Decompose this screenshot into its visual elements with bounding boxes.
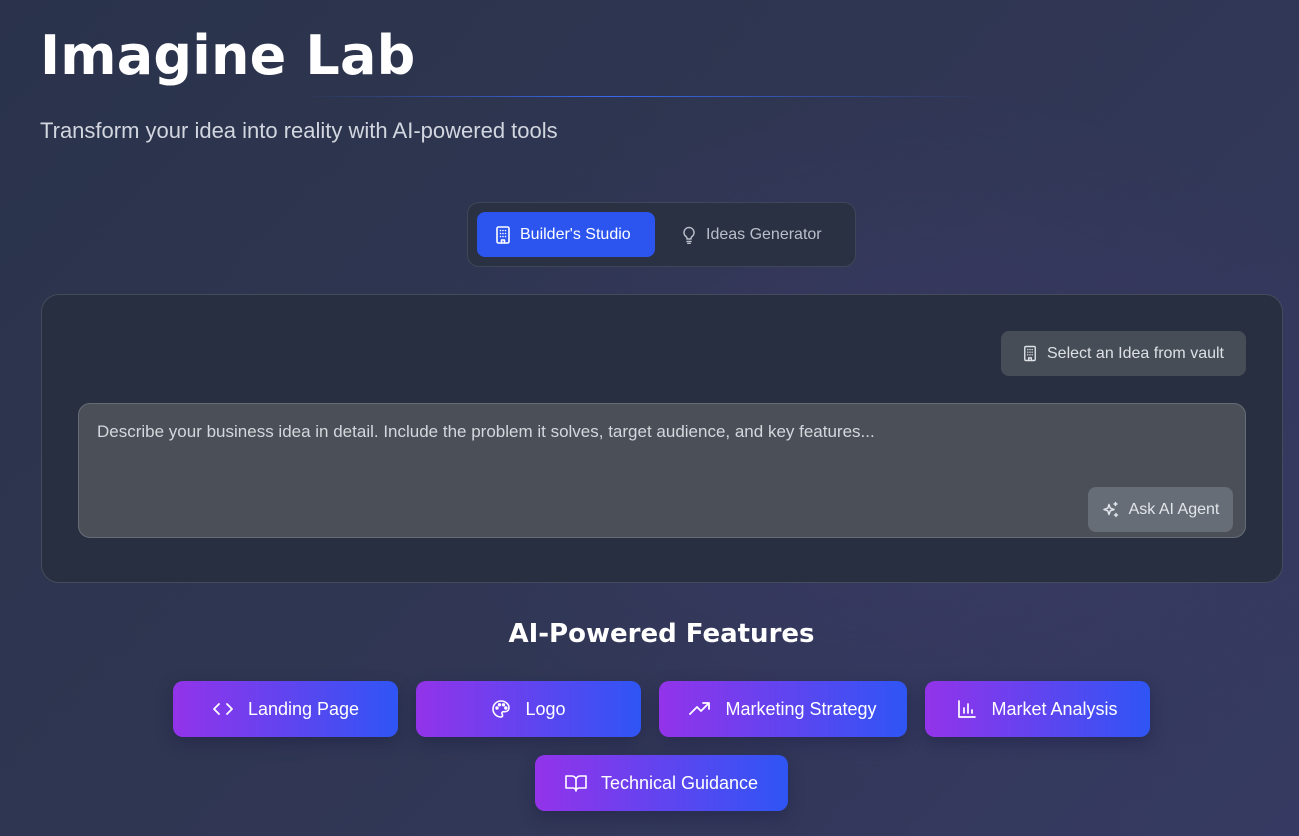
- feature-label: Marketing Strategy: [725, 698, 877, 719]
- idea-description-input[interactable]: [79, 404, 1245, 537]
- lightbulb-icon: [683, 226, 695, 244]
- feature-technical-guidance-button[interactable]: Technical Guidance: [535, 755, 788, 811]
- trending-up-icon: [689, 702, 711, 715]
- ask-ai-agent-button[interactable]: Ask AI Agent: [1088, 487, 1233, 532]
- select-idea-from-vault-button[interactable]: Select an Idea from vault: [1001, 331, 1246, 376]
- feature-landing-page-button[interactable]: Landing Page: [173, 681, 398, 737]
- feature-label: Logo: [525, 698, 566, 719]
- code-icon: [213, 703, 233, 715]
- tab-ideas-generator[interactable]: Ideas Generator: [669, 212, 834, 257]
- building-icon: [496, 225, 510, 244]
- vault-button-label: Select an Idea from vault: [1047, 344, 1224, 362]
- building-icon: [1024, 345, 1036, 362]
- page-subtitle: Transform your idea into reality with AI…: [40, 118, 558, 143]
- sparkles-icon: [1102, 501, 1118, 517]
- mode-switch: Builder's Studio Ideas Generator: [467, 202, 856, 267]
- feature-marketing-strategy-button[interactable]: Marketing Strategy: [659, 681, 907, 737]
- feature-label: Market Analysis: [991, 698, 1118, 719]
- features-title: AI-Powered Features: [508, 619, 815, 649]
- feature-label: Landing Page: [247, 698, 360, 719]
- tab-builders-studio[interactable]: Builder's Studio: [477, 212, 655, 257]
- feature-logo-button[interactable]: Logo: [416, 681, 641, 737]
- ask-button-label: Ask AI Agent: [1128, 500, 1220, 518]
- title-divider: [300, 96, 990, 97]
- idea-input-container: Ask AI Agent: [78, 403, 1246, 538]
- builder-panel: Select an Idea from vault Ask AI Agent: [41, 294, 1283, 583]
- feature-market-analysis-button[interactable]: Market Analysis: [925, 681, 1150, 737]
- page-title: Imagine Lab: [40, 24, 416, 87]
- tab-label: Ideas Generator: [706, 225, 822, 243]
- feature-label: Technical Guidance: [600, 772, 759, 793]
- palette-icon: [492, 700, 511, 718]
- tab-label: Builder's Studio: [520, 225, 631, 243]
- bar-chart-icon: [958, 700, 977, 718]
- book-open-icon: [565, 775, 587, 792]
